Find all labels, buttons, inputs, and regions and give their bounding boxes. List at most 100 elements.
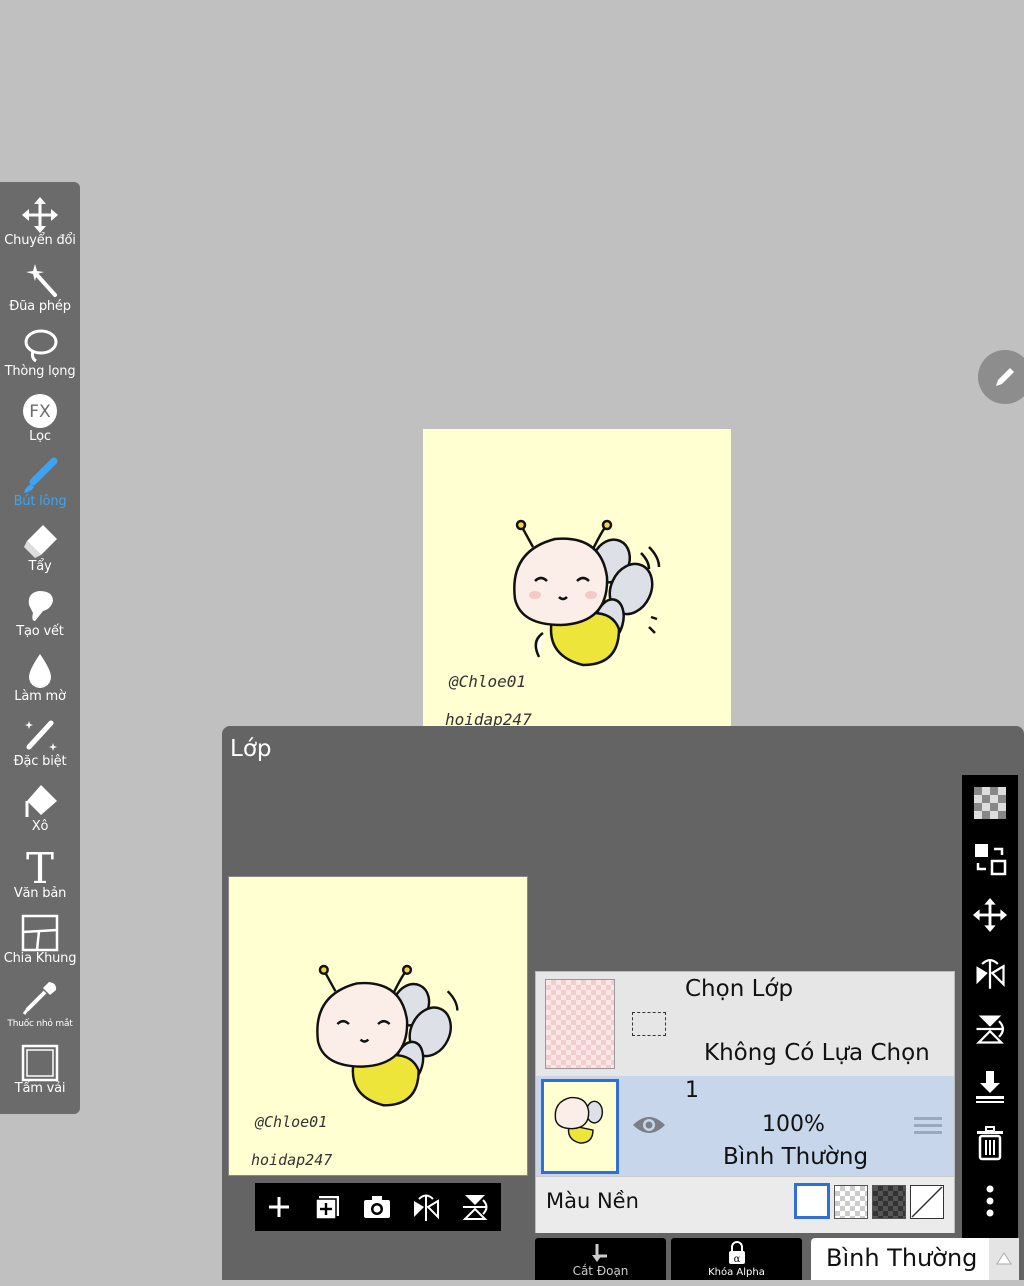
tool-blur[interactable]: Làm mờ [0, 652, 80, 717]
selection-marquee-icon [632, 1012, 666, 1036]
tool-brush[interactable]: Bút lông [0, 457, 80, 522]
tool-label: Xô [31, 819, 49, 834]
fx-filter-icon: FX [23, 394, 57, 428]
more-vertical-icon [986, 1185, 994, 1217]
merge-down-button[interactable] [972, 1069, 1008, 1105]
drawing-canvas[interactable]: @Chloe01 hoidap247 [423, 429, 731, 737]
smudge-icon [28, 591, 53, 621]
flip-layer-horizontal-button[interactable] [972, 955, 1008, 991]
tool-canvas[interactable]: Tấm vải [0, 1044, 80, 1109]
no-background-icon [911, 1186, 943, 1218]
canvas-icon [21, 1044, 59, 1082]
pencil-icon [996, 368, 1014, 386]
layer-action-bar [255, 1183, 501, 1231]
tool-text[interactable]: T Văn bản [0, 847, 80, 912]
flip-horizontal-icon [976, 958, 1005, 989]
checker-icon [974, 787, 1006, 819]
layer-blend-mode: Bình Thường [723, 1144, 869, 1170]
eraser-icon [24, 525, 57, 558]
clipping-label: Cắt Đoạn [572, 1264, 629, 1278]
tool-frame-divider[interactable]: Chia Khung [0, 914, 80, 979]
swap-icon [975, 844, 1007, 876]
tool-label: Chuyển đổi [4, 233, 76, 248]
tool-bucket[interactable]: Xô [0, 782, 80, 847]
selection-thumbnail [545, 979, 615, 1069]
watermark-author: @Chloe01 [449, 672, 527, 691]
tool-label: Thuốc nhỏ mắt [7, 1019, 73, 1029]
tool-transform[interactable]: Chuyển đổi [0, 196, 80, 261]
layer-name: 1 [685, 1078, 699, 1103]
visibility-toggle[interactable] [632, 1112, 666, 1138]
caret-up-icon [996, 1252, 1012, 1265]
layer-list: Chọn Lớp Không Có Lựa Chọn 1 100% Bình T… [535, 971, 955, 1233]
selection-title: Chọn Lớp [685, 976, 794, 1002]
text-icon: T [26, 847, 54, 887]
blur-drop-icon [29, 654, 51, 688]
trash-icon [977, 1126, 1003, 1161]
brush-icon [24, 457, 58, 493]
background-label: Màu Nền [546, 1189, 639, 1213]
merge-down-icon [976, 1071, 1004, 1103]
tool-filter[interactable]: FX Lọc [0, 392, 80, 457]
tool-magic-wand[interactable]: Đũa phép [0, 262, 80, 327]
flip-vertical-icon [462, 1195, 488, 1220]
bg-white-swatch[interactable] [794, 1183, 830, 1219]
camera-button[interactable] [361, 1191, 393, 1223]
tool-label: Đũa phép [9, 299, 71, 314]
camera-icon [364, 1196, 390, 1218]
layer-panel: Lớp @Chloe01 hoidap247 Chọn Lớp Không Có… [222, 726, 1024, 1280]
flip-vertical-icon [976, 1015, 1005, 1044]
blend-dropdown-button[interactable] [989, 1238, 1019, 1280]
add-layer-button[interactable] [263, 1191, 295, 1223]
preview-watermark-site: hoidap247 [251, 1151, 333, 1169]
eyedropper-icon [22, 982, 57, 1015]
lasso-icon [24, 329, 58, 363]
tool-label: Văn bản [13, 886, 67, 901]
flip-horizontal-icon [414, 1194, 439, 1221]
tool-label: Lọc [29, 429, 51, 444]
bg-dark-checker-swatch[interactable] [872, 1185, 906, 1219]
svg-text:T: T [26, 847, 54, 887]
layer-tools-sidebar [962, 775, 1018, 1280]
bg-light-checker-swatch[interactable] [834, 1185, 868, 1219]
alpha-lock-icon: α [728, 1241, 745, 1265]
drag-handle-icon [914, 1117, 942, 1134]
move-layer-button[interactable] [972, 897, 1008, 933]
tool-eyedropper[interactable]: Thuốc nhỏ mắt [0, 979, 80, 1044]
transparency-button[interactable] [972, 785, 1008, 821]
alpha-lock-button[interactable]: α Khóa Alpha [671, 1238, 802, 1280]
layer-row-1[interactable]: 1 100% Bình Thường [536, 1076, 954, 1176]
tool-special[interactable]: Đặc biệt [0, 717, 80, 782]
move-icon [22, 197, 58, 233]
magic-wand-icon [26, 264, 57, 297]
special-icon [25, 720, 57, 751]
blend-mode-select[interactable]: Bình Thường [811, 1238, 1019, 1280]
layer-opacity: 100% [762, 1112, 825, 1137]
delete-layer-button[interactable] [972, 1125, 1008, 1161]
flip-layer-vertical-button[interactable] [972, 1011, 1008, 1047]
drag-handle[interactable] [914, 1114, 942, 1136]
swap-layer-button[interactable] [972, 841, 1008, 877]
svg-text:FX: FX [29, 402, 51, 422]
selection-status: Không Có Lựa Chọn [704, 1040, 930, 1066]
pen-mode-button[interactable] [978, 350, 1024, 404]
tool-smudge[interactable]: Tạo vết [0, 587, 80, 652]
layer-thumbnail [541, 1079, 619, 1174]
panel-title: Lớp [230, 736, 272, 762]
more-options-button[interactable] [972, 1183, 1008, 1219]
bee-thumbnail-icon [554, 1096, 604, 1144]
selection-layer-row[interactable]: Chọn Lớp Không Có Lựa Chọn [536, 972, 954, 1076]
tool-lasso[interactable]: Thòng lọng [0, 327, 80, 392]
alpha-lock-label: Khóa Alpha [708, 1267, 765, 1278]
clipping-button[interactable]: Cắt Đoạn [535, 1238, 666, 1280]
blend-mode-value: Bình Thường [826, 1244, 978, 1272]
bucket-icon [25, 785, 57, 817]
background-row: Màu Nền [536, 1176, 954, 1233]
bg-none-swatch[interactable] [910, 1185, 944, 1219]
tool-label: Bút lông [13, 494, 67, 509]
flip-horizontal-button[interactable] [410, 1191, 442, 1223]
tool-sidebar: Chuyển đổi Đũa phép Thòng lọng FX Lọc Bú… [0, 182, 80, 1114]
tool-eraser[interactable]: Tẩy [0, 522, 80, 587]
duplicate-layer-button[interactable] [312, 1191, 344, 1223]
flip-vertical-button[interactable] [459, 1191, 491, 1223]
